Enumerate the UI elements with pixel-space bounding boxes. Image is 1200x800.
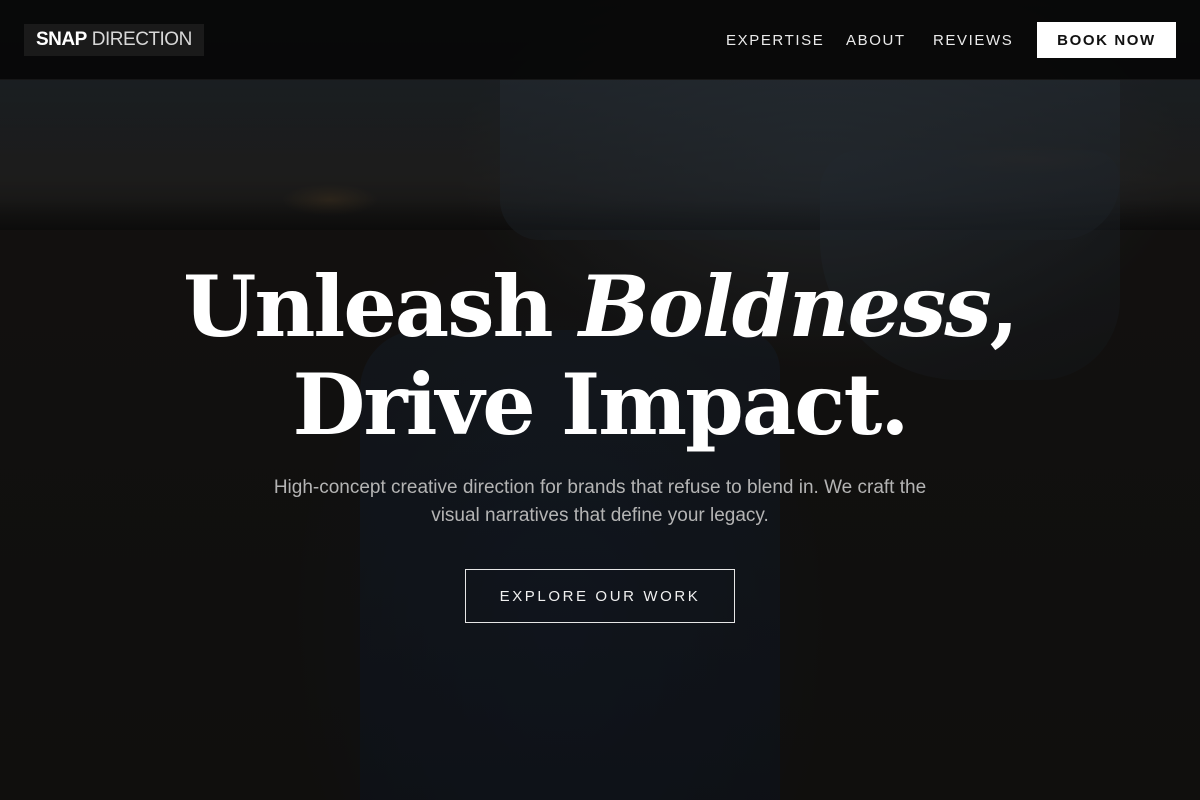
brand-logo-light: DIRECTION [91, 29, 193, 50]
nav-link-reviews[interactable]: REVIEWS [933, 32, 1013, 49]
hero-headline: Unleash Boldness, Drive Impact. [0, 258, 1200, 454]
brand-logo[interactable]: SNAP DIRECTION [24, 24, 204, 56]
nav-item-about: ABOUT [846, 0, 906, 80]
nav-item-reviews: REVIEWS [933, 0, 1013, 80]
site-header: SNAP DIRECTION EXPERTISE ABOUT REVIEWS B… [0, 0, 1200, 80]
hero-headline-line-2: Drive Impact. [292, 355, 909, 454]
nav-link-about[interactable]: ABOUT [846, 32, 906, 49]
brand-logo-strong: SNAP [36, 29, 87, 50]
hero-headline-line-1: Unleash Boldness, [0, 258, 1200, 356]
hero-headline-comma: , [989, 257, 1019, 356]
hero-headline-word: Unleash [183, 257, 553, 356]
hero-headline-emphasis: Boldness [578, 257, 992, 356]
hero-subtitle: High-concept creative direction for bran… [273, 477, 927, 526]
explore-our-work-button[interactable]: EXPLORE OUR WORK [465, 569, 735, 623]
book-now-button[interactable]: BOOK NOW [1037, 22, 1176, 58]
nav-item-expertise: EXPERTISE [726, 0, 824, 80]
nav-link-expertise[interactable]: EXPERTISE [726, 32, 824, 49]
